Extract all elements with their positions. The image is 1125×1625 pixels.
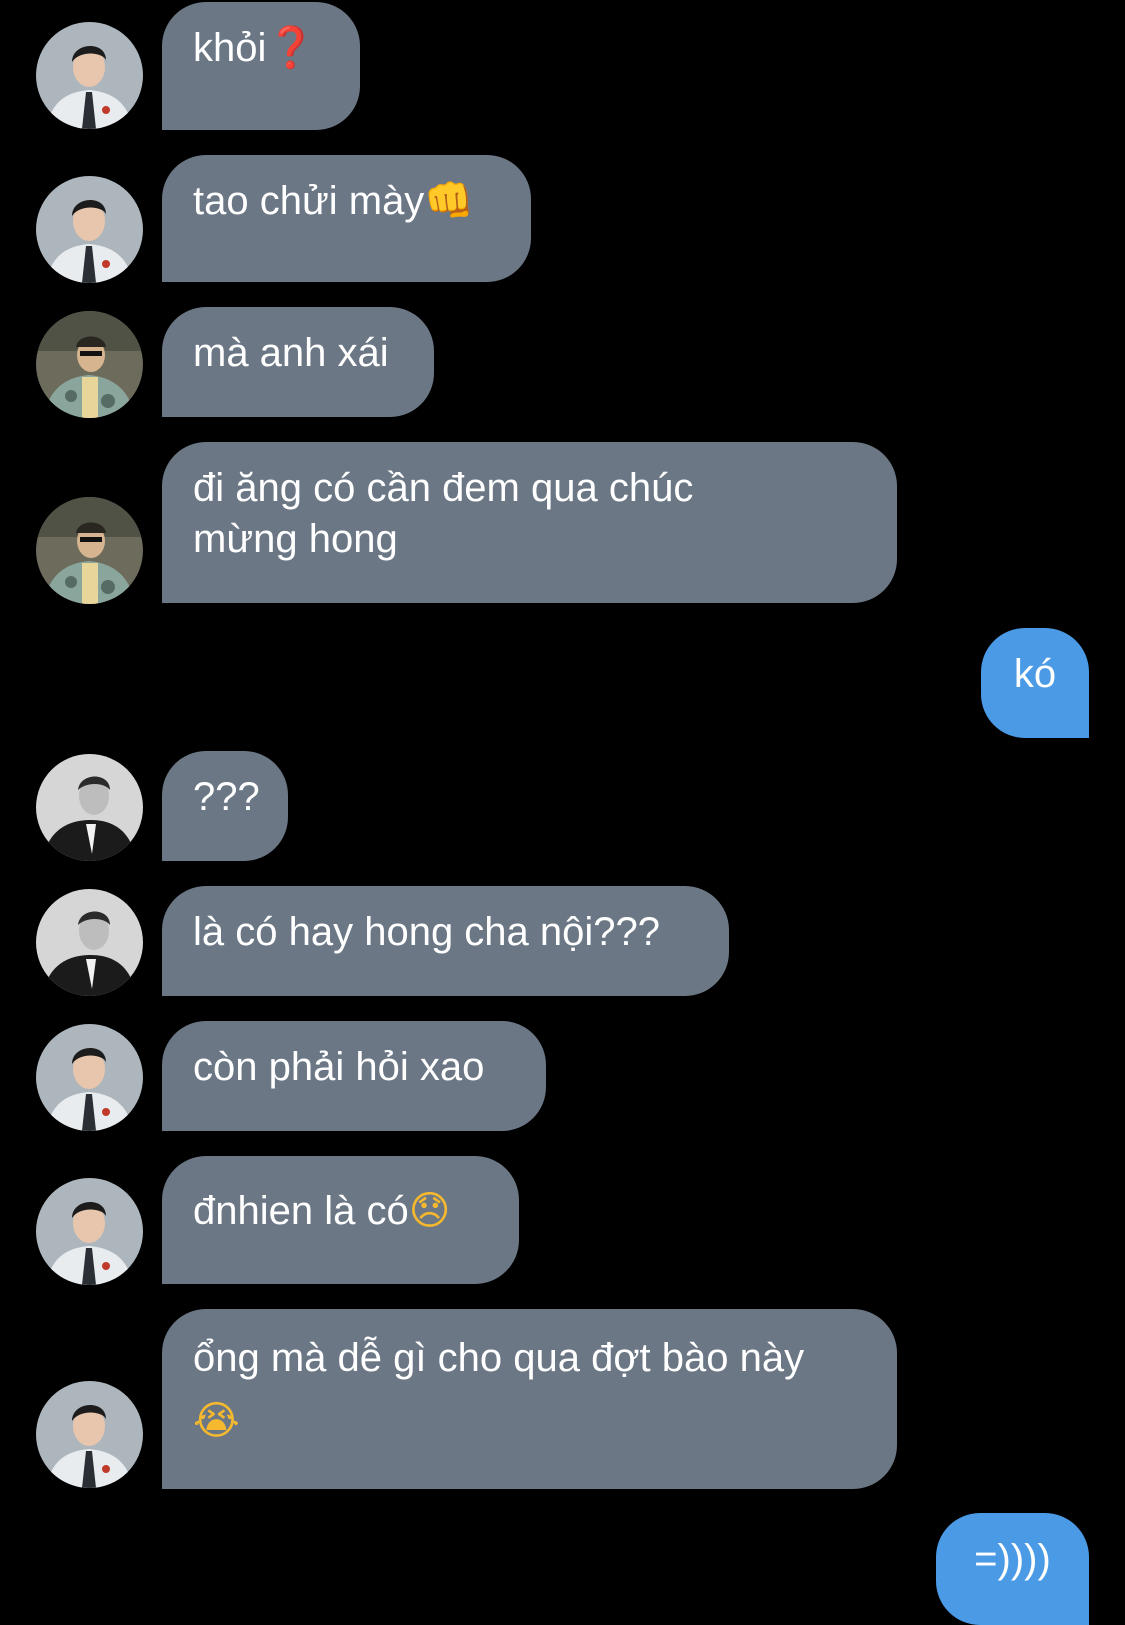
disappointed-face-emoji-icon: 😞: [408, 1188, 451, 1234]
incoming-message-bubble[interactable]: khỏi❓: [162, 2, 360, 130]
incoming-message-bubble[interactable]: đi ăng có cần đem qua chúc mừng hong: [162, 442, 897, 603]
avatar-image: [36, 889, 143, 996]
message-text: tao chửi mày: [193, 179, 425, 223]
avatar-image: [36, 1381, 143, 1488]
avatar-image: [36, 497, 143, 604]
avatar[interactable]: [36, 889, 143, 996]
incoming-message-bubble[interactable]: còn phải hỏi xao: [162, 1021, 546, 1131]
message-text: ???: [193, 775, 260, 819]
incoming-message-bubble[interactable]: ???: [162, 751, 288, 861]
avatar[interactable]: [36, 22, 143, 129]
avatar[interactable]: [36, 1024, 143, 1131]
question-mark-emoji-icon: ❓: [266, 25, 317, 71]
message-text: =)))): [974, 1537, 1051, 1581]
avatar[interactable]: [36, 1178, 143, 1285]
incoming-message-bubble[interactable]: tao chửi mày👊: [162, 155, 531, 282]
message-text: còn phải hỏi xao: [193, 1045, 485, 1089]
avatar-image: [36, 1024, 143, 1131]
message-text: khỏi: [193, 26, 267, 70]
outgoing-message-bubble[interactable]: kó: [981, 628, 1089, 738]
avatar-image: [36, 1178, 143, 1285]
incoming-message-bubble[interactable]: là có hay hong cha nội???: [162, 886, 729, 996]
pointing-fist-emoji-icon: 👊: [424, 178, 475, 224]
message-text: ổng mà dễ gì cho qua đợt bào này: [193, 1336, 805, 1380]
incoming-message-bubble[interactable]: đnhien là có😞: [162, 1156, 519, 1284]
avatar[interactable]: [36, 176, 143, 283]
message-text: đnhien là có: [193, 1189, 409, 1233]
avatar-image: [36, 311, 143, 418]
incoming-message-bubble[interactable]: ổng mà dễ gì cho qua đợt bào này 😭: [162, 1309, 897, 1489]
crying-face-emoji-icon: 😭: [193, 1398, 240, 1444]
avatar[interactable]: [36, 497, 143, 604]
avatar-image: [36, 176, 143, 283]
incoming-message-bubble[interactable]: mà anh xái: [162, 307, 434, 417]
avatar-image: [36, 22, 143, 129]
message-text: kó: [1013, 652, 1057, 696]
avatar-image: [36, 754, 143, 861]
outgoing-message-bubble[interactable]: =)))): [936, 1513, 1089, 1625]
message-text: mà anh xái: [193, 331, 389, 375]
avatar[interactable]: [36, 754, 143, 861]
message-text: đi ăng có cần đem qua chúc mừng hong: [193, 466, 694, 561]
avatar[interactable]: [36, 1381, 143, 1488]
message-text: là có hay hong cha nội???: [193, 910, 661, 954]
avatar[interactable]: [36, 311, 143, 418]
